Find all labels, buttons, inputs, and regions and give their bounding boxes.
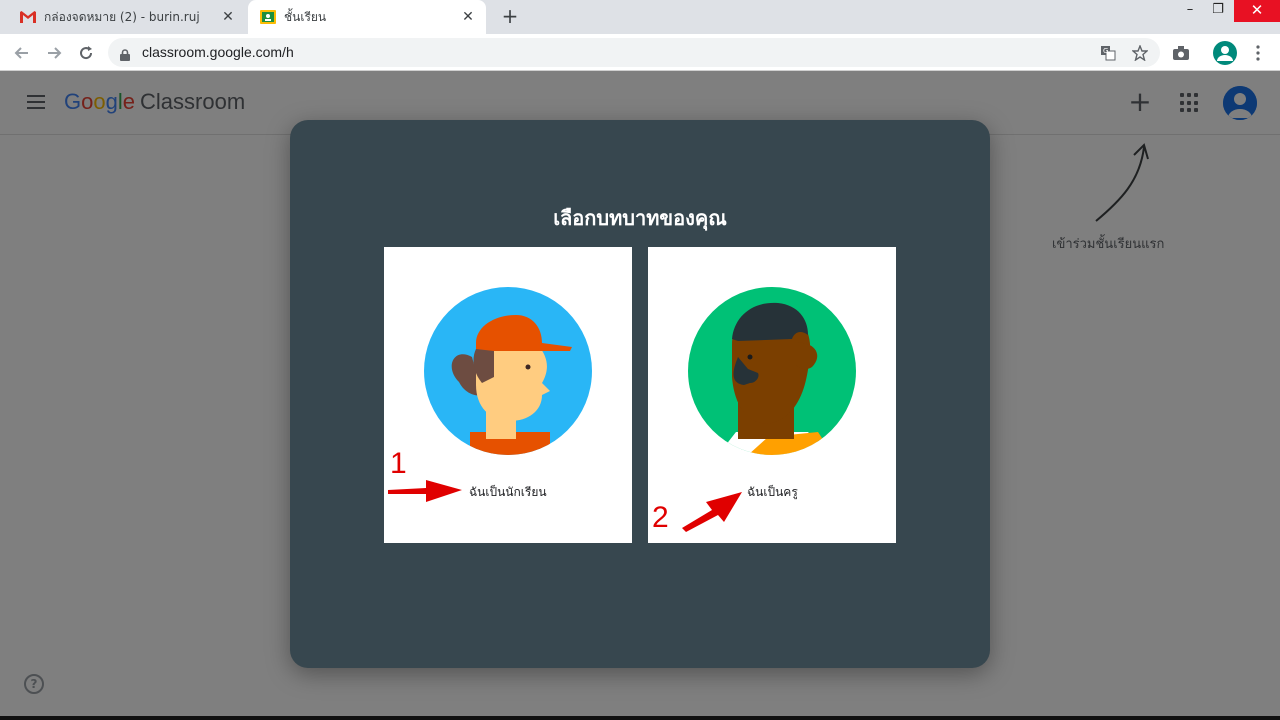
- classroom-icon: [260, 9, 276, 25]
- student-avatar-icon: [424, 287, 592, 455]
- tab-gmail[interactable]: กล่องจดหมาย (2) - burin.ruj ✕: [8, 0, 246, 34]
- window-close-button[interactable]: ✕: [1234, 0, 1280, 22]
- menu-kebab-icon[interactable]: [1246, 41, 1270, 65]
- role-select-dialog: เลือกบทบาทของคุณ ฉันเป็นนักเรียน ฉันเป็น…: [290, 120, 990, 668]
- lock-icon: [120, 46, 130, 65]
- dialog-title: เลือกบทบาทของคุณ: [553, 206, 727, 230]
- profile-avatar-icon[interactable]: [1213, 41, 1237, 65]
- annotation-arrow-2-icon: [682, 492, 742, 532]
- tab-close-icon[interactable]: ✕: [460, 9, 476, 25]
- tab-classroom[interactable]: ชั้นเรียน ✕: [248, 0, 486, 34]
- student-role-label[interactable]: ฉันเป็นนักเรียน: [469, 483, 547, 502]
- url-text: classroom.google.com/h: [142, 44, 294, 60]
- taskbar-edge: [0, 716, 1280, 720]
- tab-title: กล่องจดหมาย (2) - burin.ruj: [44, 9, 200, 24]
- teacher-role-label[interactable]: ฉันเป็นครู: [747, 483, 798, 502]
- restore-button[interactable]: ❐: [1204, 0, 1232, 22]
- teacher-avatar-icon: [688, 287, 856, 455]
- browser-tabstrip: กล่องจดหมาย (2) - burin.ruj ✕ ชั้นเรียน …: [0, 0, 1280, 34]
- svg-text:G: G: [1103, 47, 1108, 55]
- translate-icon[interactable]: G: [1098, 43, 1118, 63]
- annotation-arrow-1-icon: [388, 480, 462, 502]
- address-bar[interactable]: classroom.google.com/h G: [108, 38, 1160, 67]
- tab-close-icon[interactable]: ✕: [220, 9, 236, 25]
- annotation-number-2: 2: [652, 501, 669, 534]
- new-tab-button[interactable]: +: [498, 5, 522, 29]
- browser-toolbar: classroom.google.com/h G: [0, 34, 1280, 71]
- minimize-button[interactable]: –: [1176, 0, 1204, 22]
- reload-icon[interactable]: [74, 41, 98, 65]
- back-arrow-icon[interactable]: [10, 41, 34, 65]
- gmail-icon: [20, 9, 36, 25]
- camera-icon[interactable]: [1169, 41, 1193, 65]
- tab-title: ชั้นเรียน: [284, 9, 327, 24]
- bookmark-star-icon[interactable]: [1130, 43, 1150, 63]
- forward-arrow-icon[interactable]: [42, 41, 66, 65]
